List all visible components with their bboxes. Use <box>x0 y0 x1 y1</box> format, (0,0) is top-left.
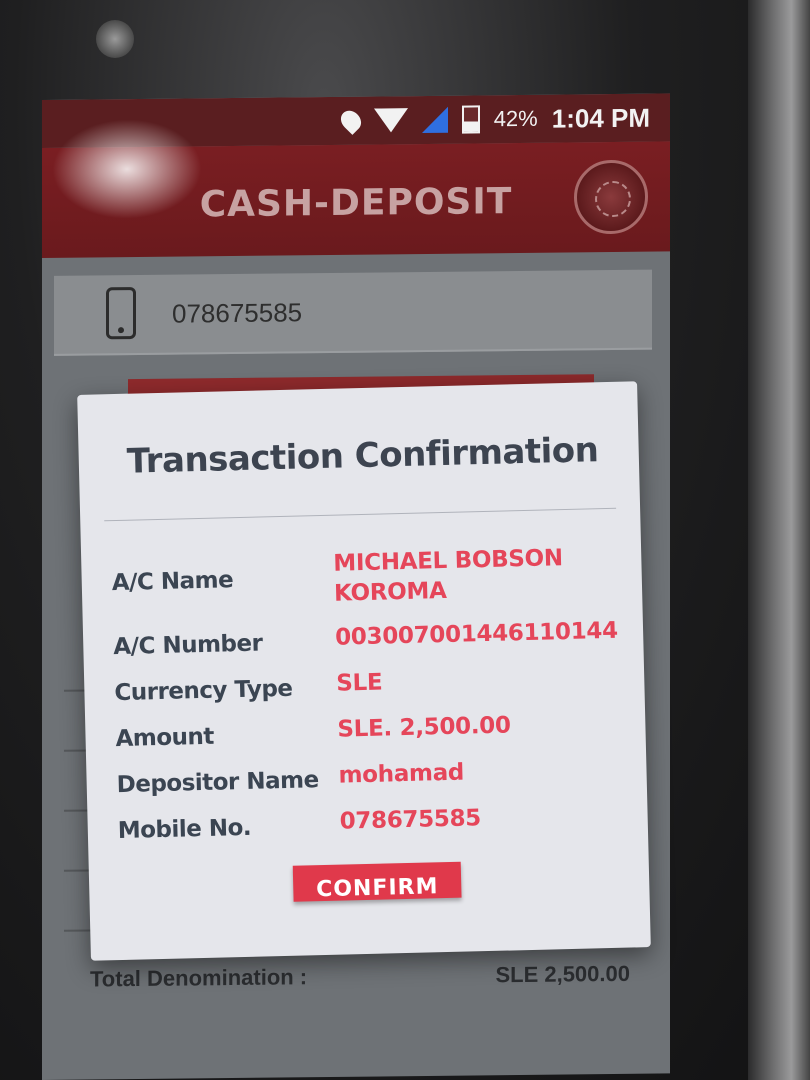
app-bar: CASH-DEPOSIT <box>42 141 670 258</box>
dialog-divider <box>104 507 617 522</box>
detail-value: SLE <box>335 669 383 697</box>
battery-icon <box>461 105 480 134</box>
confirmation-details: A/C Name MICHAEL BOBSON KOROMA A/C Numbe… <box>111 542 628 858</box>
detail-row-account-number: A/C Number 003007001446110144 <box>113 616 624 660</box>
total-denomination-value: SLE 2,500.00 <box>495 960 630 988</box>
mobile-phone-icon <box>106 287 136 340</box>
detail-value: mohamad <box>338 759 465 789</box>
detail-value: MICHAEL BOBSON KOROMA <box>333 545 564 607</box>
bank-logo-icon <box>574 159 648 235</box>
detail-row-depositor-name: Depositor Name mohamad <box>116 754 627 798</box>
status-bar: 42% 1:04 PM <box>42 93 670 148</box>
clock: 1:04 PM <box>551 102 650 134</box>
location-icon <box>336 106 365 135</box>
total-denomination-label: Total Denomination : <box>90 964 308 992</box>
detail-value: 003007001446110144 <box>334 617 619 651</box>
wifi-icon <box>373 108 408 133</box>
detail-row-currency-type: Currency Type SLE <box>114 662 625 707</box>
phone-number-field[interactable]: 078675585 <box>54 269 652 356</box>
detail-label: A/C Number <box>113 630 263 661</box>
detail-label: A/C Name <box>111 567 234 597</box>
detail-row-amount: Amount SLE. 2,500.00 <box>115 708 626 752</box>
confirm-button[interactable]: CONFIRM <box>292 861 462 902</box>
total-denomination-row: Total Denomination : SLE 2,500.00 <box>90 954 630 1000</box>
device-side-edge <box>748 0 810 1080</box>
detail-row-mobile-number: Mobile No. 078675585 <box>117 800 628 844</box>
dialog-title: Transaction Confirmation <box>126 430 599 482</box>
detail-label: Currency Type <box>114 675 293 707</box>
detail-label: Mobile No. <box>117 814 252 845</box>
signal-icon <box>421 106 448 134</box>
detail-value: SLE. 2,500.00 <box>337 712 511 743</box>
detail-row-account-name: A/C Name MICHAEL BOBSON KOROMA <box>111 542 622 614</box>
transaction-confirmation-dialog: Transaction Confirmation A/C Name MICHAE… <box>77 381 651 961</box>
phone-number-value: 078675585 <box>172 296 303 329</box>
battery-percent: 42% <box>493 105 538 132</box>
detail-label: Amount <box>115 723 215 753</box>
detail-label: Depositor Name <box>116 767 319 799</box>
front-camera <box>96 20 134 58</box>
device-frame: 42% 1:04 PM CASH-DEPOSIT 078675585 Total… <box>0 0 810 1080</box>
detail-value: 078675585 <box>339 805 482 835</box>
